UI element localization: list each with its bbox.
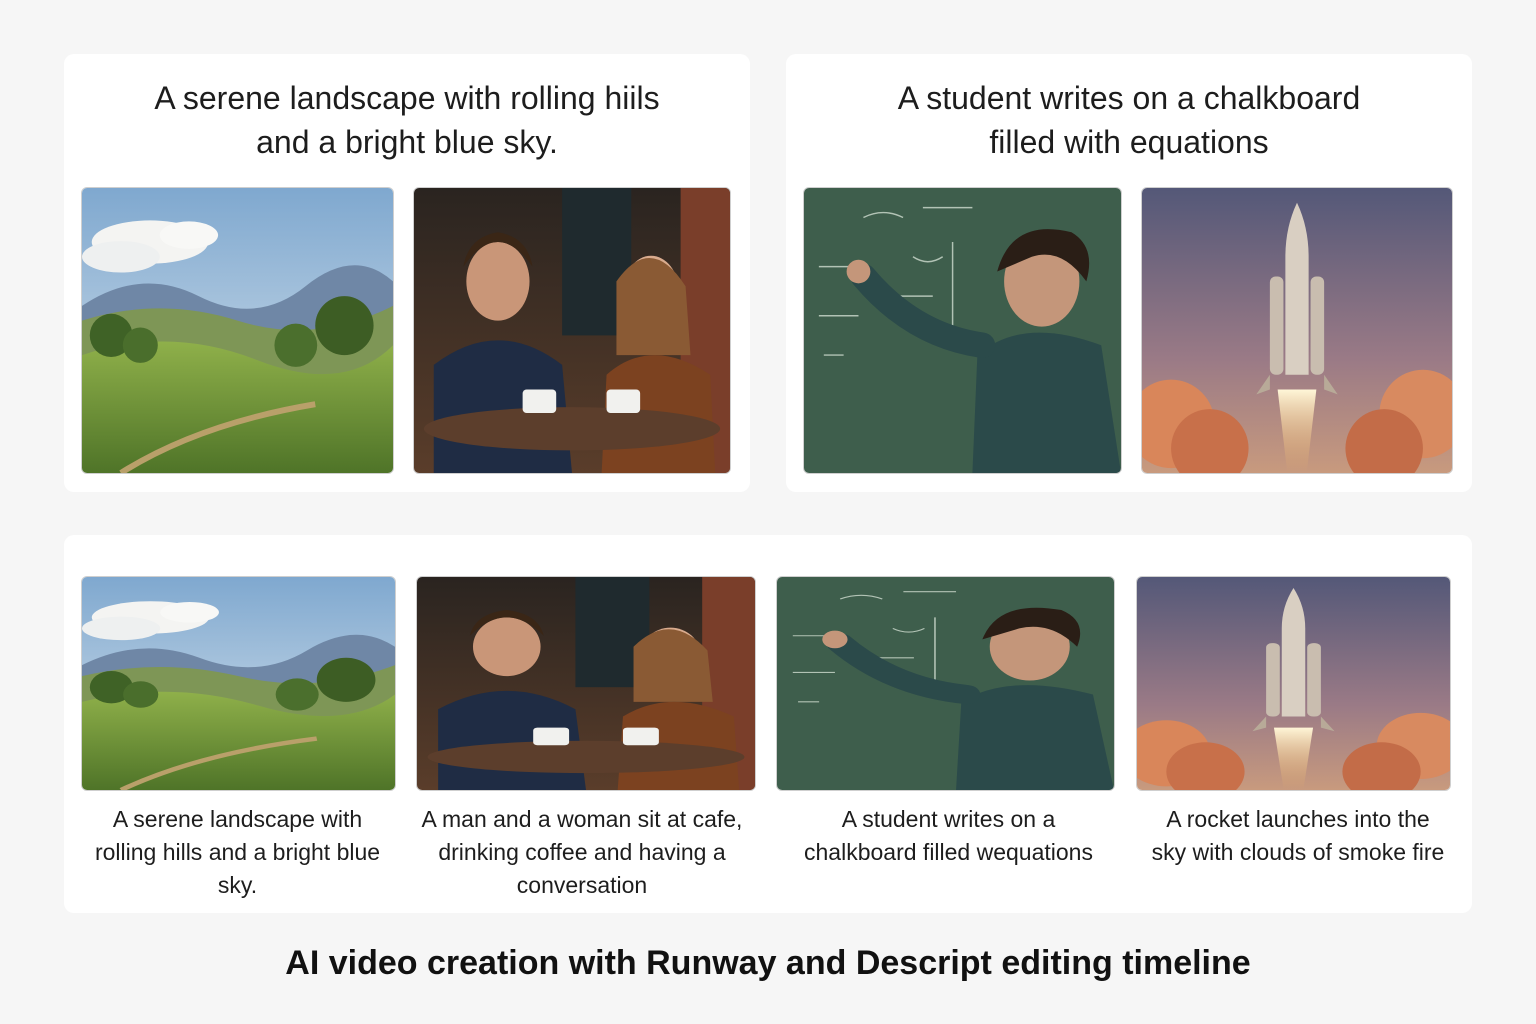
clip-caption: A rocket launches into the sky with clou… <box>1151 806 1445 865</box>
chalkboard-frame[interactable] <box>803 187 1122 474</box>
clip-caption: A student writes on a chalkboard filled … <box>804 806 1093 865</box>
landscape-image <box>82 577 395 790</box>
clip-caption: A serene landscape with rolling hills an… <box>94 806 381 898</box>
prompt-text: A student writes on a chalkboard filled … <box>897 80 1361 160</box>
editing-timeline: A serene landscape with rolling hills an… <box>64 535 1472 913</box>
timeline-clip-landscape[interactable] <box>81 576 396 791</box>
chalkboard-image <box>777 577 1114 790</box>
cafe-image <box>414 188 730 473</box>
landscape-image <box>82 188 393 473</box>
page-title: AI video creation with Runway and Descri… <box>285 944 1251 982</box>
cafe-image <box>417 577 755 790</box>
rocket-image <box>1142 188 1452 473</box>
chalkboard-image <box>804 188 1121 473</box>
prompt-card-landscape: A serene landscape with rolling hiils an… <box>64 54 750 492</box>
timeline-clip-rocket[interactable] <box>1136 576 1451 791</box>
prompt-card-chalkboard: A student writes on a chalkboard filled … <box>786 54 1472 492</box>
rocket-frame[interactable] <box>1141 187 1453 474</box>
cafe-frame[interactable] <box>413 187 731 474</box>
timeline-clip-cafe[interactable] <box>416 576 756 791</box>
prompt-text: A serene landscape with rolling hiils an… <box>154 80 660 160</box>
clip-caption: A man and a woman sit at cafe, drinking … <box>421 806 743 898</box>
rocket-image <box>1137 577 1450 790</box>
landscape-frame[interactable] <box>81 187 394 474</box>
timeline-clip-chalkboard[interactable] <box>776 576 1115 791</box>
